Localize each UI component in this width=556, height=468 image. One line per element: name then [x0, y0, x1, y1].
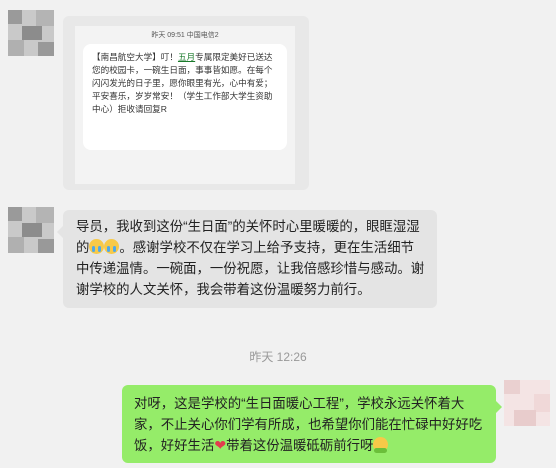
- chat-timestamp: 昨天 12:26: [249, 350, 307, 364]
- bubble-tail: [57, 226, 63, 238]
- avatar-pixel: [22, 223, 42, 237]
- avatar-pixel: [36, 207, 54, 223]
- avatar-pixel: [534, 394, 550, 412]
- sms-screenshot[interactable]: 昨天 09:51 中国电信2 【南昌航空大学】叮！五月专属限定美好已送达您的校园…: [75, 26, 295, 184]
- avatar-pixel: [514, 410, 536, 426]
- avatar-pixel: [38, 239, 54, 253]
- avatar-pixel: [8, 10, 22, 24]
- hugging-face-icon: [373, 437, 389, 453]
- message-text: 带着这份温暖砥砺前行呀: [226, 438, 374, 453]
- sms-text-start: 【南昌航空大学】叮！: [92, 52, 178, 62]
- sms-status-bar: 昨天 09:51 中国电信2: [151, 32, 219, 39]
- sms-message-card: 【南昌航空大学】叮！五月专属限定美好已送达您的校园卡，一碗生日面，事事皆如愿。在…: [83, 44, 287, 150]
- self-avatar[interactable]: [504, 380, 550, 426]
- contact-avatar[interactable]: [8, 10, 54, 56]
- crying-face-icon: [89, 239, 105, 254]
- avatar-pixel: [36, 10, 54, 26]
- avatar-pixel: [8, 207, 22, 221]
- bubble-tail: [496, 401, 502, 413]
- avatar-pixel: [8, 237, 24, 253]
- sms-link[interactable]: 五月: [178, 52, 195, 62]
- incoming-text-message[interactable]: 导员，我收到这份“生日面”的关怀时心里暖暖的，眼眶湿湿的 。感谢学校不仅在学习上给…: [57, 210, 437, 308]
- avatar-pixel: [22, 26, 42, 40]
- avatar-pixel: [38, 42, 54, 56]
- outgoing-text-message[interactable]: 对呀，这是学校的“生日面暖心工程”，学校永远关怀着大家，不止关心你们学有所成，也…: [122, 385, 502, 463]
- message-text: 。感谢学校不仅在学习上给予支持，更在生活细节中传递温情。一碗面，一份祝愿，让我倍…: [76, 240, 425, 297]
- avatar-pixel: [504, 380, 520, 394]
- contact-avatar[interactable]: [8, 207, 54, 253]
- heart-icon: ❤: [214, 437, 227, 453]
- crying-face-icon: [104, 239, 120, 254]
- incoming-image-message[interactable]: 昨天 09:51 中国电信2 【南昌航空大学】叮！五月专属限定美好已送达您的校园…: [63, 16, 309, 190]
- avatar-pixel: [8, 40, 24, 56]
